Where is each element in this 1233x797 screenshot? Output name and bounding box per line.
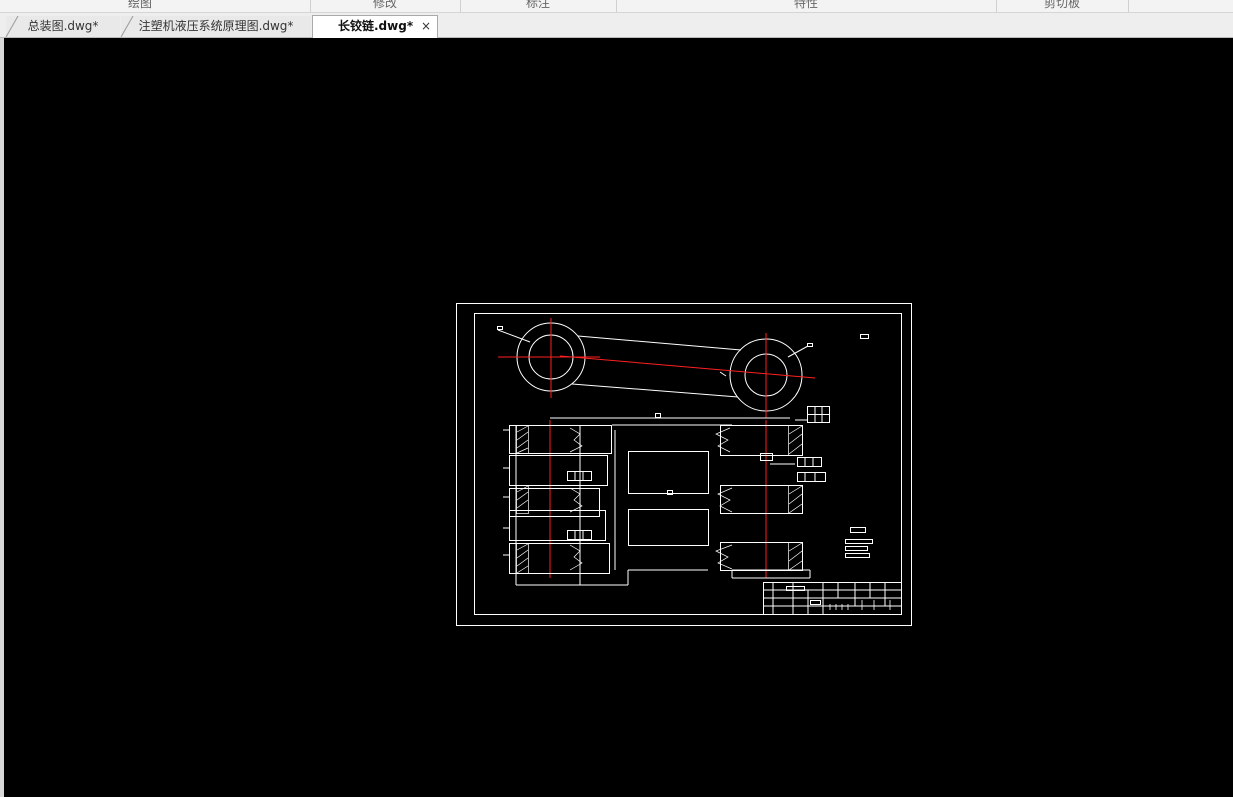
section-view-left [503, 425, 628, 586]
tab-long-hinge[interactable]: 长铰链.dwg* × [312, 15, 438, 38]
ribbon-panel-titles: 绘图 修改 标注 特性 剪切板 [0, 0, 1233, 13]
close-icon[interactable]: × [421, 16, 431, 36]
hatch-right [715, 425, 803, 571]
center-lines [498, 318, 816, 578]
tab-label: 长铰链.dwg* [338, 19, 414, 33]
link-top-view [497, 322, 813, 412]
title-block [763, 582, 902, 615]
ribbon-separator [1128, 0, 1129, 12]
tab-edge-icon [120, 16, 134, 37]
tab-label: 总装图.dwg* [27, 19, 99, 33]
cad-drawing [456, 303, 912, 626]
sheet-outer-border [456, 303, 912, 626]
ribbon-panel-clipboard[interactable]: 剪切板 [996, 0, 1128, 12]
document-tab-bar: 总装图.dwg* 注塑机液压系统原理图.dwg* 长铰链.dwg* × [0, 13, 1233, 38]
tab-edge-icon [5, 16, 19, 37]
tab-hydraulic-schematic[interactable]: 注塑机液压系统原理图.dwg* [120, 16, 311, 37]
tab-assembly-drawing[interactable]: 总装图.dwg* [5, 16, 120, 37]
drawing-canvas[interactable] [4, 38, 1233, 797]
ribbon-panel-draw[interactable]: 绘图 [60, 0, 220, 12]
sheet-inner-border [474, 313, 902, 615]
ribbon-panel-modify[interactable]: 修改 [310, 0, 460, 12]
tab-label: 注塑机液压系统原理图.dwg* [138, 19, 294, 33]
ribbon-panel-properties[interactable]: 特性 [616, 0, 996, 12]
hatch-left [516, 425, 583, 574]
ribbon-panel-annotate[interactable]: 标注 [460, 0, 616, 12]
